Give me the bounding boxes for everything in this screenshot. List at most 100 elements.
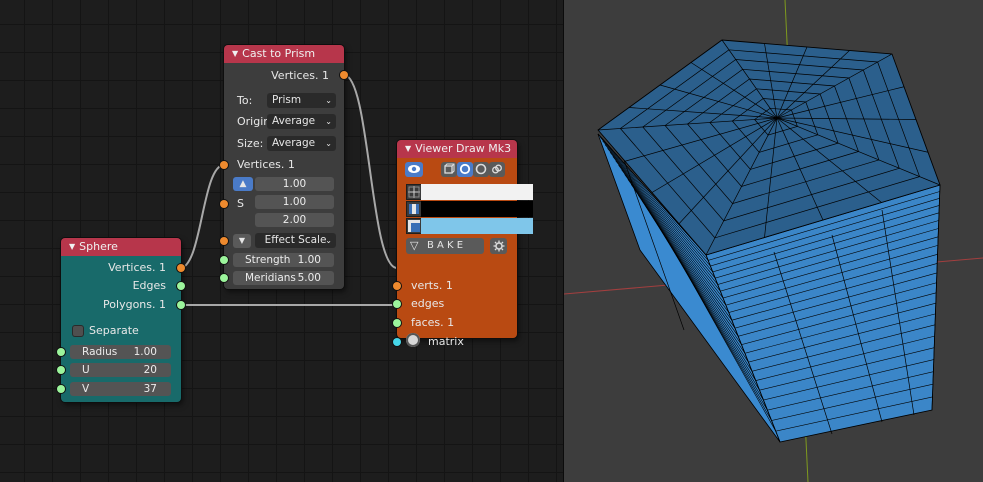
collapse-triangle-icon[interactable]: ▼	[69, 238, 75, 256]
u-label: U	[82, 364, 90, 376]
sphere-title: Sphere	[79, 240, 118, 253]
chevron-down-icon: ⌄	[325, 96, 332, 105]
strength-label: Strength	[245, 254, 291, 266]
edge-display-icon[interactable]	[406, 201, 422, 217]
node-editor[interactable]: ▼ Sphere Vertices. 1 Edges Polygons. 1 Se…	[0, 0, 563, 482]
v-input-socket[interactable]	[57, 385, 65, 393]
ring-icon	[459, 163, 471, 175]
face-color-swatch[interactable]	[421, 218, 533, 234]
to-dropdown-value: Prism	[272, 94, 302, 106]
origin-dropdown[interactable]: Average ⌄	[267, 114, 336, 129]
bake-label: B A K E	[426, 240, 464, 251]
cast-to-prism-node-header[interactable]: ▼ Cast to Prism	[224, 45, 344, 63]
s-label: S	[237, 197, 244, 210]
prism-input-vertices-socket[interactable]	[220, 161, 228, 169]
separate-label: Separate	[89, 324, 139, 337]
u-input-socket[interactable]	[57, 366, 65, 374]
s-y-field[interactable]: 1.00	[255, 195, 334, 209]
s-z-field[interactable]: 2.00	[255, 213, 334, 227]
cast-to-prism-title: Cast to Prism	[242, 47, 316, 60]
draw-mode-cube-button[interactable]	[441, 162, 457, 177]
strength-value: 1.00	[297, 254, 321, 266]
viewer-draw-node[interactable]: ▼ Viewer Draw Mk3 ▽ B A K E verts. 1 edg…	[393, 140, 533, 348]
collapse-triangle-icon[interactable]: ▼	[232, 45, 238, 63]
effect-scale-input-socket[interactable]	[220, 237, 228, 245]
prism-mesh	[597, 39, 941, 443]
meridians-value: 5.00	[297, 272, 321, 284]
s-input-socket[interactable]	[220, 200, 228, 208]
edge-color-swatch[interactable]	[421, 201, 533, 217]
3d-viewport[interactable]	[564, 0, 983, 482]
verts-input-label: verts. 1	[411, 279, 453, 292]
draw-mode-link-button[interactable]	[489, 162, 505, 177]
sphere-output-edges-socket[interactable]	[177, 282, 185, 290]
prism-output-vertices-socket[interactable]	[340, 71, 348, 79]
gear-icon	[493, 240, 504, 252]
viewer-draw-title: Viewer Draw Mk3	[415, 142, 512, 155]
v-field[interactable]: V 37	[70, 382, 171, 396]
prism-output-vertices-label: Vertices. 1	[271, 69, 329, 82]
matrix-icon	[406, 333, 420, 347]
s-y-value: 1.00	[282, 196, 307, 208]
eye-icon	[408, 165, 420, 173]
eye-toggle-button[interactable]	[405, 162, 423, 177]
cast-to-prism-node-body: Vertices. 1 To: Prism ⌄ Origin Average ⌄ S…	[220, 63, 348, 289]
sphere-output-polygons-socket[interactable]	[177, 301, 185, 309]
sphere-node-header[interactable]: ▼ Sphere	[61, 238, 181, 256]
radius-label: Radius	[82, 346, 118, 358]
bake-button[interactable]: ▽ B A K E	[406, 238, 484, 254]
v-value: 37	[143, 383, 157, 395]
s-x-field[interactable]: 1.00	[255, 177, 334, 191]
s-expand-toggle-button[interactable]: ▲	[233, 177, 253, 191]
size-label: Size:	[237, 137, 264, 150]
effect-scale-dropdown[interactable]: Effect Scale ⌄	[255, 233, 336, 248]
meridians-input-socket[interactable]	[220, 274, 228, 282]
to-label: To:	[237, 94, 253, 107]
s-x-value: 1.00	[282, 178, 307, 190]
meridians-field[interactable]: Meridians 5.00	[233, 271, 334, 285]
edges-input-socket[interactable]	[393, 300, 401, 308]
sphere-output-polygons-label: Polygons. 1	[103, 298, 166, 311]
effect-expand-button[interactable]: ▼	[233, 234, 251, 248]
bake-options-button[interactable]	[490, 238, 507, 254]
separate-checkbox[interactable]	[73, 326, 83, 336]
sphere-node-body: Vertices. 1 Edges Polygons. 1 Separate R…	[57, 256, 185, 402]
cube-icon	[444, 163, 455, 174]
chevron-down-icon: ⌄	[325, 117, 332, 126]
size-dropdown[interactable]: Average ⌄	[267, 136, 336, 151]
to-dropdown[interactable]: Prism ⌄	[267, 93, 336, 108]
edges-input-label: edges	[411, 297, 445, 310]
prism-input-vertices-label: Vertices. 1	[237, 158, 295, 171]
origin-label: Origin	[237, 115, 271, 128]
strength-field[interactable]: Strength 1.00	[233, 253, 334, 267]
viewer-draw-node-header[interactable]: ▼ Viewer Draw Mk3	[397, 140, 517, 158]
u-field[interactable]: U 20	[70, 363, 171, 377]
draw-mode-ring-button[interactable]	[457, 162, 473, 177]
u-value: 20	[143, 364, 157, 376]
collapse-triangle-icon[interactable]: ▼	[405, 140, 411, 158]
vertex-color-swatch[interactable]	[421, 184, 533, 200]
link-icon	[492, 164, 502, 174]
chevron-down-icon: ⌄	[325, 236, 332, 245]
faces-input-socket[interactable]	[393, 319, 401, 327]
link-sphere-verts-to-prism	[179, 164, 225, 269]
radius-field[interactable]: Radius 1.00	[70, 345, 171, 359]
viewport-canvas[interactable]	[564, 0, 983, 482]
v-label: V	[82, 383, 90, 395]
strength-input-socket[interactable]	[220, 256, 228, 264]
vertex-display-icon[interactable]	[406, 184, 422, 200]
face-display-icon[interactable]	[406, 218, 422, 234]
s-z-value: 2.00	[282, 214, 307, 226]
matrix-input-socket[interactable]	[393, 338, 401, 346]
draw-mode-solid-button[interactable]	[473, 162, 489, 177]
verts-input-socket[interactable]	[393, 282, 401, 290]
sphere-output-vertices-socket[interactable]	[177, 264, 185, 272]
chevron-down-icon: ⌄	[325, 139, 332, 148]
radius-input-socket[interactable]	[57, 348, 65, 356]
faces-input-label: faces. 1	[411, 316, 455, 329]
bake-triangle-icon: ▽	[410, 239, 419, 252]
origin-dropdown-value: Average	[272, 115, 316, 127]
viewer-draw-node-body: ▽ B A K E verts. 1 edges faces. 1 matrix	[393, 158, 533, 348]
sphere-node[interactable]: ▼ Sphere Vertices. 1 Edges Polygons. 1 Se…	[57, 238, 185, 402]
cast-to-prism-node[interactable]: ▼ Cast to Prism Vertices. 1 To: Prism ⌄ Or…	[220, 45, 348, 289]
